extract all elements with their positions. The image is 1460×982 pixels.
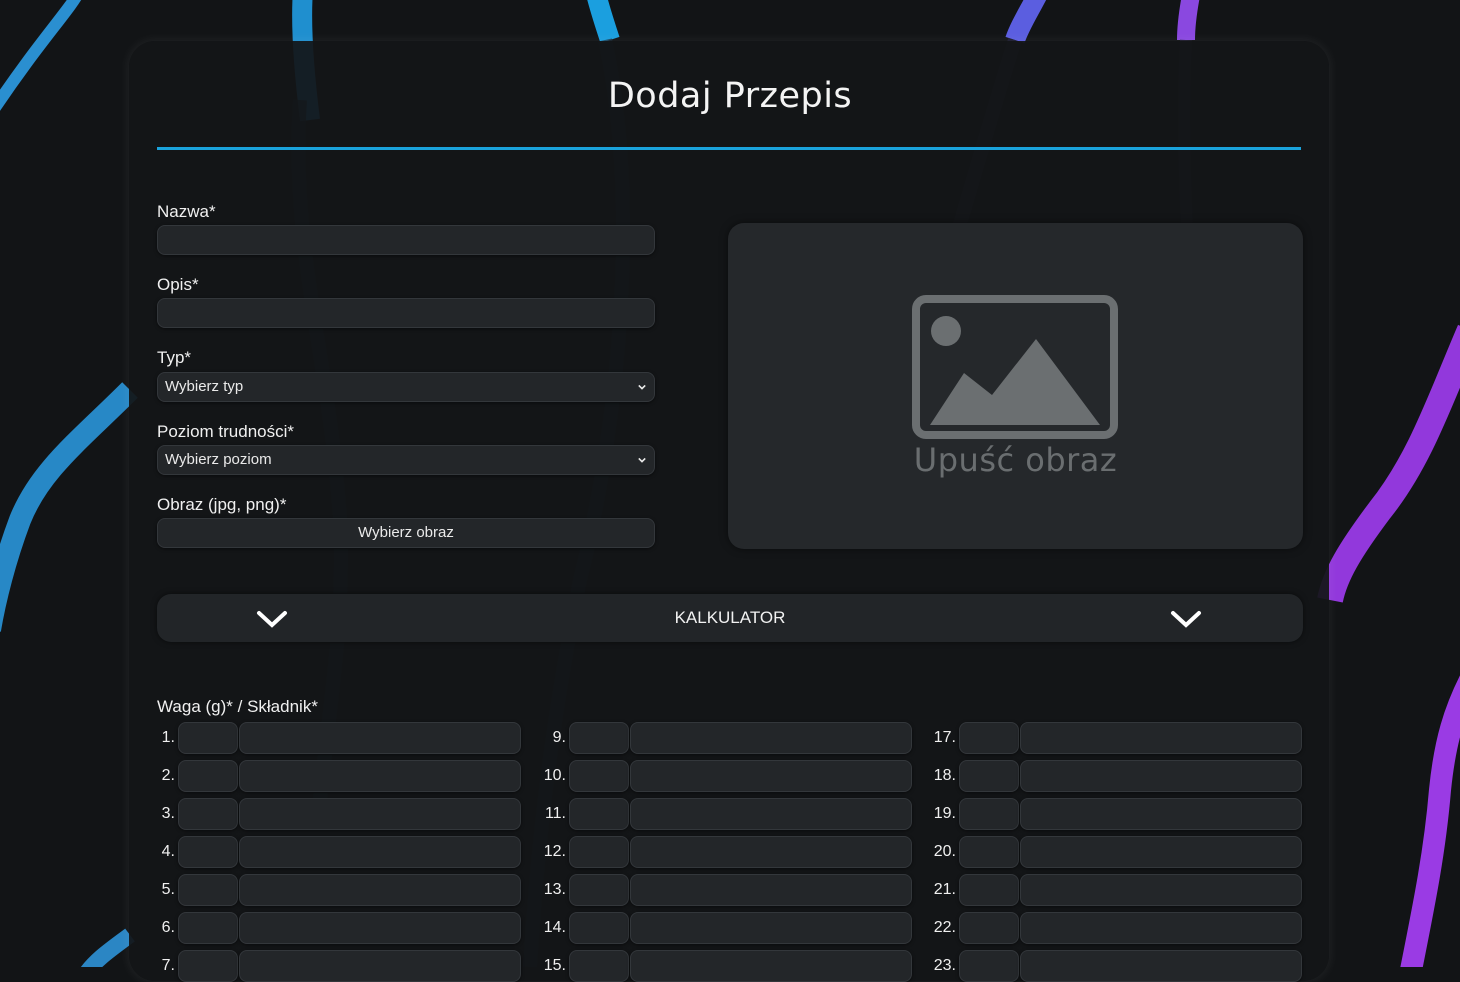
ingredient-number: 14. <box>543 919 566 936</box>
ingredient-name-input[interactable] <box>1020 874 1302 906</box>
ingredient-weight-input[interactable] <box>959 912 1019 944</box>
calculator-toggle[interactable]: KALKULATOR <box>157 594 1303 642</box>
ingredient-number: 20. <box>933 843 956 860</box>
difficulty-label: Poziom trudności* <box>157 422 295 441</box>
ingredient-name-input[interactable] <box>630 950 912 982</box>
ingredient-number: 13. <box>543 881 566 898</box>
image-dropzone[interactable]: Upuść obraz <box>728 223 1303 549</box>
ingredient-number: 17. <box>933 729 956 746</box>
ingredient-name-input[interactable] <box>1020 950 1302 982</box>
ingredient-number: 15. <box>543 957 566 974</box>
ingredient-number: 4. <box>161 843 175 860</box>
ingredient-number: 7. <box>161 957 175 974</box>
ingredient-number: 12. <box>543 843 566 860</box>
image-placeholder-icon <box>912 295 1118 439</box>
chevron-down-icon <box>638 384 646 390</box>
ingredient-name-input[interactable] <box>1020 836 1302 868</box>
ingredient-name-input[interactable] <box>1020 722 1302 754</box>
title-divider <box>157 147 1301 150</box>
ingredient-weight-input[interactable] <box>178 874 238 906</box>
ingredient-weight-input[interactable] <box>178 912 238 944</box>
ingredient-name-input[interactable] <box>239 874 521 906</box>
ingredient-number: 22. <box>933 919 956 936</box>
ingredient-weight-input[interactable] <box>178 950 238 982</box>
ingredient-number: 2. <box>161 767 175 784</box>
ingredient-number: 19. <box>933 805 956 822</box>
page-title: Dodaj Przepis <box>607 76 853 116</box>
ingredient-weight-input[interactable] <box>569 836 629 868</box>
ingredient-name-input[interactable] <box>630 760 912 792</box>
ingredient-number: 23. <box>933 957 956 974</box>
ingredient-weight-input[interactable] <box>569 798 629 830</box>
ingredient-name-input[interactable] <box>630 874 912 906</box>
image-label: Obraz (jpg, png)* <box>157 495 287 514</box>
ingredient-weight-input[interactable] <box>959 760 1019 792</box>
difficulty-select-value: Wybierz poziom <box>165 451 272 468</box>
ingredient-weight-input[interactable] <box>178 722 238 754</box>
ingredient-name-input[interactable] <box>239 760 521 792</box>
ingredient-weight-input[interactable] <box>959 798 1019 830</box>
ingredient-name-input[interactable] <box>1020 760 1302 792</box>
ingredient-name-input[interactable] <box>630 912 912 944</box>
name-input[interactable] <box>157 225 655 255</box>
ingredient-name-input[interactable] <box>630 798 912 830</box>
ingredient-weight-input[interactable] <box>569 874 629 906</box>
chevron-down-icon <box>1171 611 1201 628</box>
ingredient-name-input[interactable] <box>630 836 912 868</box>
calculator-label: KALKULATOR <box>674 608 786 627</box>
ingredient-weight-input[interactable] <box>178 836 238 868</box>
ingredient-name-input[interactable] <box>239 836 521 868</box>
ingredient-weight-input[interactable] <box>569 760 629 792</box>
ingredient-number: 6. <box>161 919 175 936</box>
description-input[interactable] <box>157 298 655 328</box>
ingredient-weight-input[interactable] <box>959 874 1019 906</box>
ingredient-number: 18. <box>933 767 956 784</box>
type-select[interactable]: Wybierz typ <box>157 372 655 402</box>
ingredient-number: 5. <box>161 881 175 898</box>
ingredient-name-input[interactable] <box>1020 798 1302 830</box>
ingredient-weight-input[interactable] <box>569 950 629 982</box>
ingredient-name-input[interactable] <box>239 722 521 754</box>
ingredient-number: 11. <box>544 805 566 822</box>
ingredient-name-input[interactable] <box>239 912 521 944</box>
description-label: Opis* <box>157 275 199 294</box>
ingredient-weight-input[interactable] <box>959 836 1019 868</box>
ingredient-number: 21. <box>933 881 956 898</box>
ingredient-number: 1. <box>161 729 175 746</box>
ingredient-name-input[interactable] <box>239 798 521 830</box>
choose-image-button[interactable]: Wybierz obraz <box>157 518 655 548</box>
difficulty-select[interactable]: Wybierz poziom <box>157 445 655 475</box>
type-label: Typ* <box>157 348 192 367</box>
ingredients-label: Waga (g)* / Składnik* <box>157 697 318 716</box>
ingredient-weight-input[interactable] <box>178 798 238 830</box>
ingredient-weight-input[interactable] <box>569 912 629 944</box>
ingredient-name-input[interactable] <box>1020 912 1302 944</box>
ingredient-number: 9. <box>552 729 566 746</box>
ingredient-name-input[interactable] <box>630 722 912 754</box>
ingredient-weight-input[interactable] <box>569 722 629 754</box>
type-select-value: Wybierz typ <box>165 378 244 395</box>
ingredient-number: 10. <box>543 767 566 784</box>
ingredient-number: 3. <box>161 805 175 822</box>
chevron-down-icon <box>638 457 646 463</box>
dropzone-text: Upuść obraz <box>913 441 1118 479</box>
name-label: Nazwa* <box>157 202 216 221</box>
ingredient-weight-input[interactable] <box>959 950 1019 982</box>
ingredient-weight-input[interactable] <box>178 760 238 792</box>
ingredient-weight-input[interactable] <box>959 722 1019 754</box>
ingredient-name-input[interactable] <box>239 950 521 982</box>
